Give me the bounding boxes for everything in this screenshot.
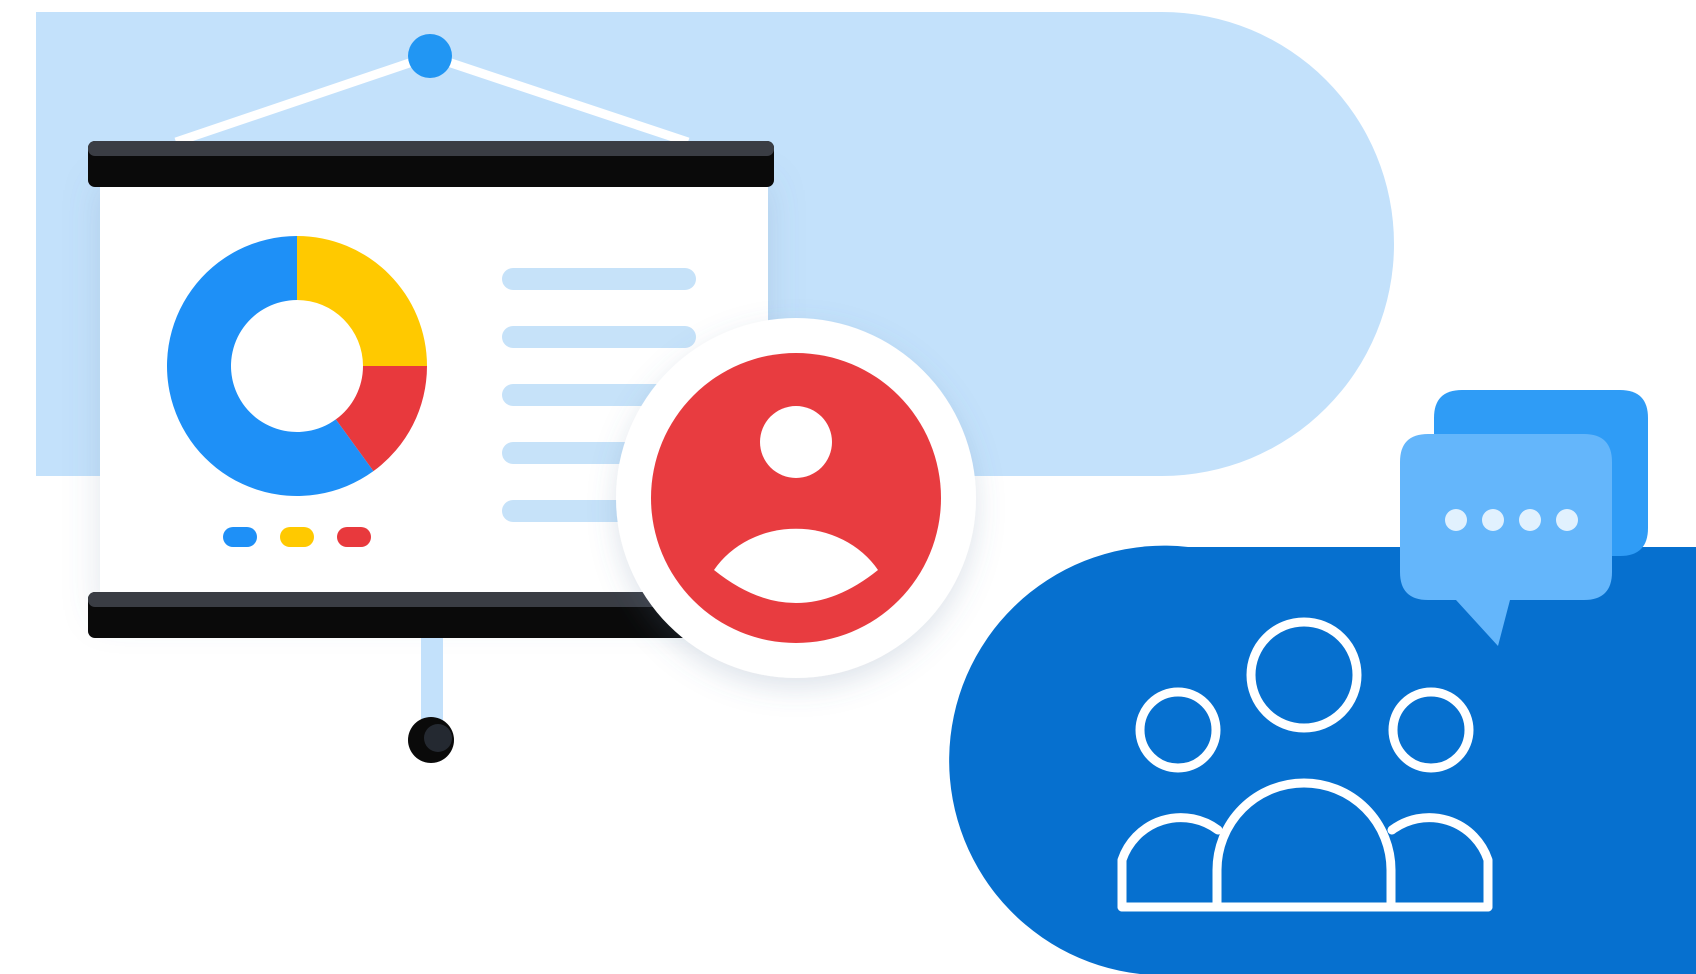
text-line	[502, 326, 696, 348]
avatar-head	[760, 406, 832, 478]
hanger-knob	[408, 34, 452, 78]
text-line	[502, 268, 696, 290]
screen-top-bar	[88, 141, 774, 187]
screen-pole	[421, 638, 443, 722]
chat-dot	[1445, 509, 1467, 531]
legend-dot	[280, 527, 314, 547]
screen-foot-highlight	[424, 724, 452, 752]
legend-dot	[337, 527, 371, 547]
chat-dot	[1482, 509, 1504, 531]
user-avatar-icon	[651, 353, 941, 643]
legend-dot	[223, 527, 257, 547]
chart-legend	[223, 527, 371, 547]
chat-dot	[1556, 509, 1578, 531]
chat-dot	[1519, 509, 1541, 531]
collaboration-illustration	[36, 12, 1696, 974]
user-avatar	[616, 318, 976, 678]
